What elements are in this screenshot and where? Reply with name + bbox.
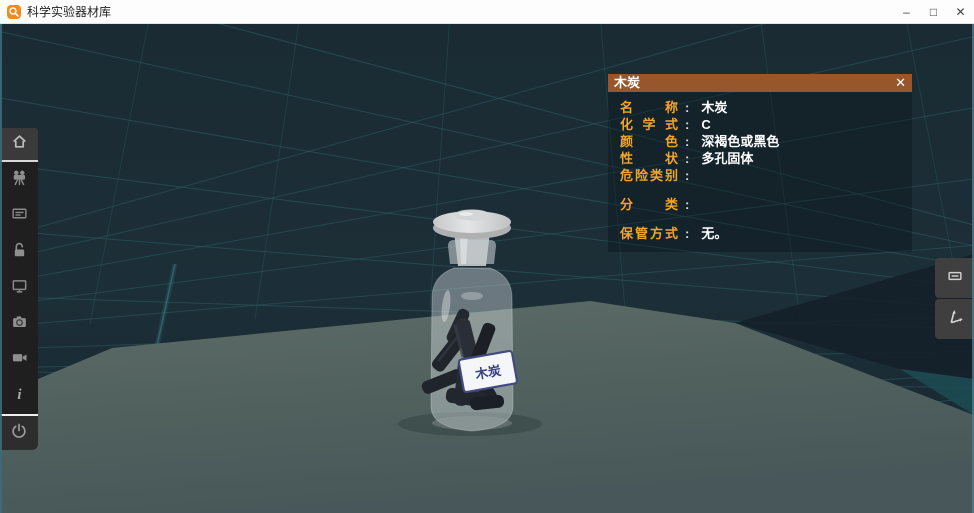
photo-camera-icon (11, 313, 28, 335)
sidebar-button-info[interactable]: i (0, 378, 38, 414)
sidebar-button-home[interactable] (0, 128, 38, 162)
film-camera-icon (11, 169, 28, 191)
sidebar-button-monitor[interactable] (0, 270, 38, 306)
titlebar: 科学实验器材库 – □ ✕ (0, 0, 974, 24)
close-button[interactable]: ✕ (947, 0, 974, 24)
info-row-color: 颜色: 深褐色或黑色 (620, 134, 780, 149)
info-panel-header: 木炭 ✕ (608, 74, 912, 92)
maximize-button[interactable]: □ (920, 0, 947, 24)
info-row-formula: 化学式: C (620, 117, 711, 132)
home-icon (11, 133, 28, 155)
video-camera-icon (11, 349, 28, 371)
toolbar-button-axes[interactable] (935, 299, 974, 339)
svg-text:i: i (17, 387, 22, 402)
nameplate-icon (946, 267, 964, 290)
app-window: 科学实验器材库 – □ ✕ 木炭 i 木炭 ✕ 名称: 木炭 化学式: C … (0, 0, 974, 513)
info-row-storage: 保管方式: 无。 (620, 226, 728, 241)
sidebar-button-group: i (0, 162, 38, 414)
minimize-button[interactable]: – (893, 0, 920, 24)
sidebar-button-power[interactable] (0, 414, 38, 450)
info-panel-title: 木炭 (614, 75, 641, 90)
app-logo-magnifier-icon (7, 4, 21, 19)
charcoal-bottle[interactable]: 木炭 (412, 202, 532, 442)
info-panel-close-icon[interactable]: ✕ (895, 74, 906, 92)
card-icon (11, 205, 28, 227)
window-title: 科学实验器材库 (27, 5, 112, 19)
sidebar: i (0, 128, 38, 450)
sidebar-button-video-camera[interactable] (0, 342, 38, 378)
sidebar-button-card[interactable] (0, 198, 38, 234)
sidebar-button-film-camera[interactable] (0, 162, 38, 198)
power-icon (10, 422, 28, 445)
axes-icon (945, 307, 965, 332)
sidebar-button-unlock[interactable] (0, 234, 38, 270)
info-row-category: 分类: (620, 197, 690, 212)
right-toolbar (935, 258, 974, 339)
info-row-hazard: 危险类别: (620, 168, 690, 183)
sidebar-button-photo-camera[interactable] (0, 306, 38, 342)
toolbar-button-nameplate[interactable] (935, 258, 974, 298)
info-row-name: 名称: 木炭 (620, 100, 728, 115)
scene-viewport[interactable]: 木炭 i 木炭 ✕ 名称: 木炭 化学式: C 颜色: 深褐色或黑色 性状… (0, 24, 974, 513)
info-panel-body: 名称: 木炭 化学式: C 颜色: 深褐色或黑色 性状: 多孔固体 危险类别: 分类: (608, 92, 912, 252)
info-row-state: 性状: 多孔固体 (620, 151, 754, 166)
info-panel: 木炭 ✕ 名称: 木炭 化学式: C 颜色: 深褐色或黑色 性状: 多孔固体 危险类别: (608, 74, 912, 252)
monitor-icon (11, 277, 28, 299)
window-edge-left (0, 24, 2, 513)
info-icon: i (11, 385, 28, 407)
unlock-icon (11, 241, 28, 263)
